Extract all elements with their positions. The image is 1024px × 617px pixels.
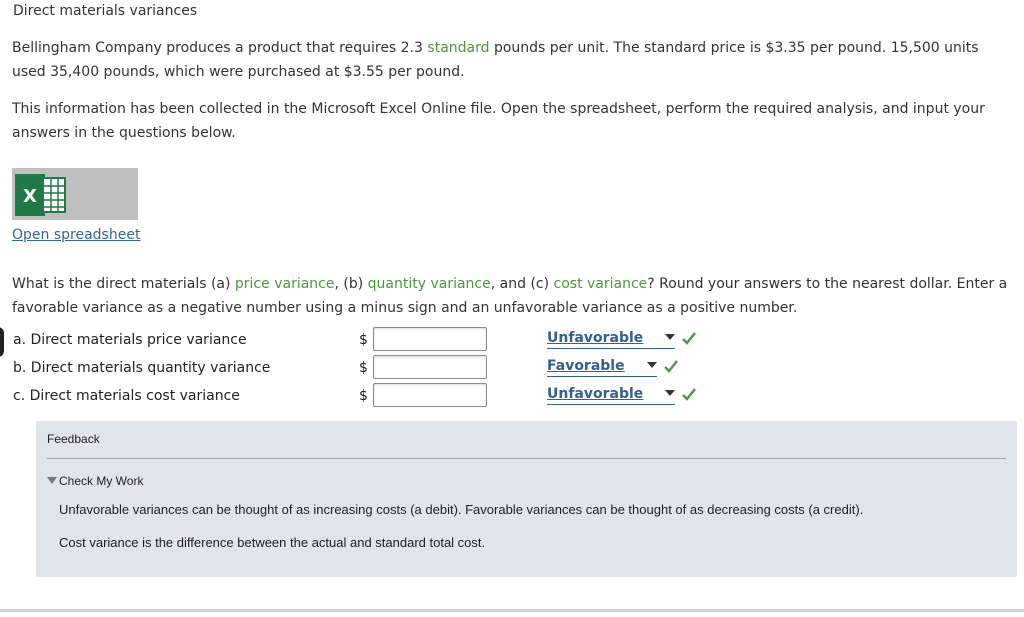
instructions: This information has been collected in t… [12, 101, 985, 141]
dropdown-arrow-icon [665, 334, 675, 340]
row-label-price-variance: a. Direct materials price variance [13, 332, 247, 348]
svg-text:X: X [23, 186, 37, 207]
open-spreadsheet-link[interactable]: Open spreadsheet [12, 227, 140, 243]
expand-triangle-icon [47, 477, 57, 484]
dropdown-arrow-icon [665, 390, 675, 396]
checkmark-icon [664, 360, 678, 373]
price-variance-selected: Unfavorable [547, 330, 644, 346]
problem-statement: Bellingham Company produces a product th… [12, 36, 1012, 84]
quantity-variance-select[interactable]: Favorable [547, 358, 657, 377]
currency-symbol: $ [359, 388, 368, 404]
question-text: What is the direct materials (a) price v… [12, 272, 1012, 320]
quantity-variance-selected: Favorable [547, 358, 625, 374]
check-my-work-label: Check My Work [59, 474, 144, 488]
term-quantity-variance: quantity variance [367, 276, 491, 292]
price-variance-input[interactable] [373, 327, 487, 351]
problem-text-1: Bellingham Company produces a product th… [12, 40, 428, 56]
excel-icon: X [15, 174, 66, 216]
term-price-variance: price variance [234, 276, 335, 292]
currency-symbol: $ [359, 332, 368, 348]
row-label-cost-variance: c. Direct materials cost variance [13, 388, 240, 404]
feedback-line-1: Unfavorable variances can be thought of … [59, 502, 864, 517]
feedback-line-2: Cost variance is the difference between … [59, 535, 486, 550]
quantity-variance-input[interactable] [373, 355, 487, 379]
feedback-panel: Feedback Check My Work Unfavorable varia… [36, 421, 1017, 577]
currency-symbol: $ [359, 360, 368, 376]
question-text-3: , and (c) [490, 276, 554, 292]
page-title: Direct materials variances [13, 3, 198, 19]
page-bottom-divider [0, 609, 1024, 612]
checkmark-icon [682, 388, 696, 401]
row-label-quantity-variance: b. Direct materials quantity variance [13, 360, 271, 376]
price-variance-select[interactable]: Unfavorable [547, 330, 675, 349]
cost-variance-input[interactable] [373, 383, 487, 407]
cost-variance-selected: Unfavorable [547, 386, 644, 402]
feedback-divider [47, 458, 1006, 459]
dropdown-arrow-icon [647, 362, 657, 368]
question-text-1: What is the direct materials (a) [12, 276, 235, 292]
term-cost-variance: cost variance [553, 276, 648, 292]
check-my-work-toggle[interactable]: Check My Work [47, 474, 143, 488]
spreadsheet-thumbnail[interactable]: X [12, 168, 138, 220]
term-standard: standard [427, 40, 490, 56]
feedback-title: Feedback [47, 432, 100, 446]
checkmark-icon [682, 332, 696, 345]
cost-variance-select[interactable]: Unfavorable [547, 386, 675, 405]
question-text-2: , (b) [334, 276, 368, 292]
question-marker [0, 327, 4, 357]
